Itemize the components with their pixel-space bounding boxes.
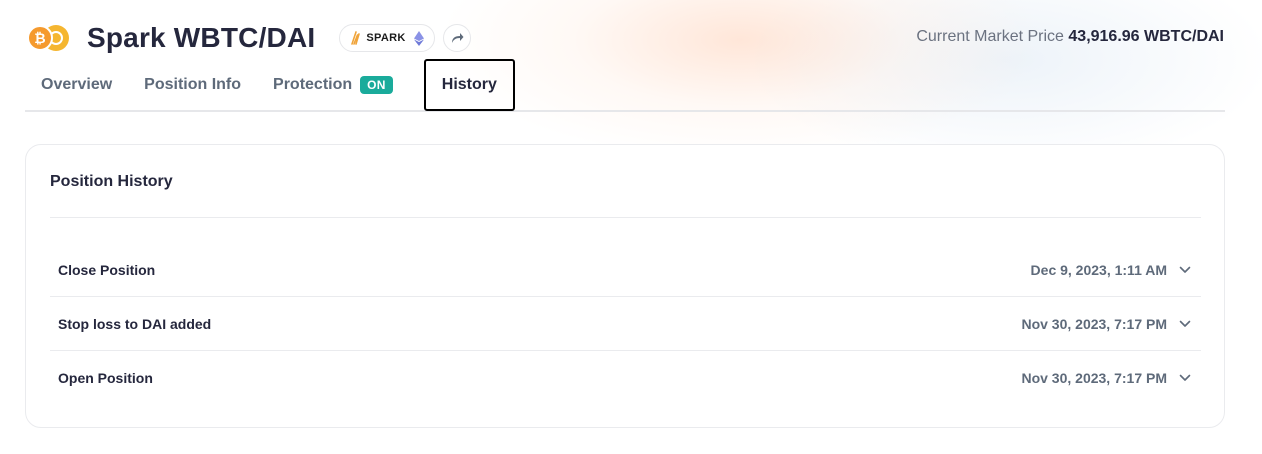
protocol-pill[interactable]: SPARK — [339, 24, 435, 52]
divider — [50, 217, 1201, 218]
tab-position-info[interactable]: Position Info — [128, 59, 257, 111]
history-event-label: Close Position — [58, 261, 156, 278]
tab-overview[interactable]: Overview — [25, 59, 128, 111]
page-header: ₿ Spark WBTC/DAI SPARK — [25, 18, 471, 58]
token-pair-icons: ₿ — [25, 25, 71, 51]
history-event-date: Dec 9, 2023, 1:11 AM — [1030, 261, 1167, 278]
market-price-label: Current Market Price — [916, 28, 1064, 45]
tab-label: History — [441, 76, 497, 93]
chevron-down-icon[interactable] — [1179, 266, 1191, 274]
history-row-close-position[interactable]: Close Position Dec 9, 2023, 1:11 AM — [50, 243, 1201, 297]
tab-label: Protection — [273, 76, 353, 93]
history-list: Close Position Dec 9, 2023, 1:11 AM Stop… — [50, 243, 1201, 405]
protocol-label: SPARK — [366, 32, 406, 44]
card-title: Position History — [50, 173, 173, 190]
btc-icon: ₿ — [27, 25, 53, 51]
spark-logo-icon — [350, 31, 362, 45]
tab-label: Overview — [41, 76, 113, 93]
tab-history[interactable]: History — [423, 59, 515, 111]
history-event-label: Stop loss to DAI added — [58, 315, 212, 332]
tab-bar: Overview Position Info Protection ON His… — [25, 59, 1225, 112]
current-market-price: Current Market Price 43,916.96 WBTC/DAI — [916, 28, 1224, 46]
chevron-down-icon[interactable] — [1179, 374, 1191, 382]
history-event-label: Open Position — [58, 370, 153, 386]
chevron-down-icon[interactable] — [1179, 320, 1191, 328]
history-row-open-position[interactable]: Open Position Nov 30, 2023, 7:17 PM — [50, 351, 1201, 405]
market-price-value: 43,916.96 WBTC/DAI — [1068, 28, 1224, 45]
history-event-date: Nov 30, 2023, 7:17 PM — [1021, 370, 1167, 386]
history-event-date: Nov 30, 2023, 7:17 PM — [1021, 315, 1167, 332]
tab-protection[interactable]: Protection ON — [257, 59, 409, 111]
share-arrow-icon — [450, 32, 464, 44]
share-button[interactable] — [442, 24, 471, 52]
tab-label: Position Info — [144, 76, 242, 93]
page-title: Spark WBTC/DAI — [87, 22, 316, 53]
position-history-card: Position History Close Position Dec 9, 2… — [25, 144, 1225, 428]
ethereum-icon — [413, 30, 424, 46]
history-row-stop-loss-added[interactable]: Stop loss to DAI added Nov 30, 2023, 7:1… — [50, 297, 1201, 351]
protection-status-badge: ON — [360, 76, 393, 94]
